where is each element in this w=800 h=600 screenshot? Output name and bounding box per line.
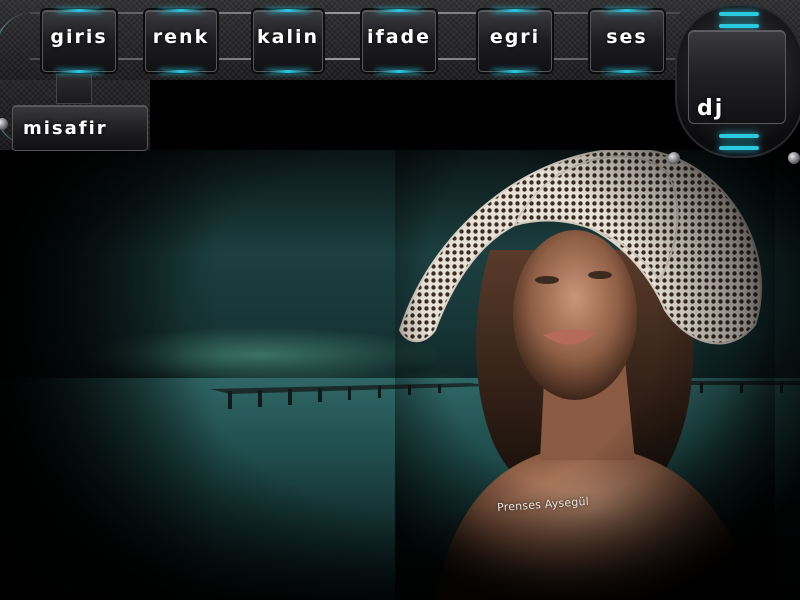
renk-button[interactable]: renk [145,9,217,73]
bottom-rail [30,58,680,60]
dj-button[interactable]: dj [688,30,786,124]
renk-label: renk [152,26,210,48]
misafir-button[interactable]: misafir [12,105,148,151]
stud-bolt [668,152,680,164]
kalin-label: kalin [256,26,319,48]
egri-button[interactable]: egri [478,9,552,73]
ses-button[interactable]: ses [590,9,664,73]
misafir-label: misafir [23,117,108,139]
ses-label: ses [606,26,648,48]
connector-block [56,72,92,104]
kalin-button[interactable]: kalin [253,9,323,73]
egri-label: egri [489,26,541,48]
stud-bolt [788,152,800,164]
ifade-button[interactable]: ifade [362,9,436,73]
dark-strip [150,80,670,150]
ifade-label: ifade [366,26,432,48]
top-rail [30,12,680,14]
giris-button[interactable]: giris [42,9,116,73]
giris-label: giris [50,26,108,48]
dj-label: dj [697,96,725,121]
